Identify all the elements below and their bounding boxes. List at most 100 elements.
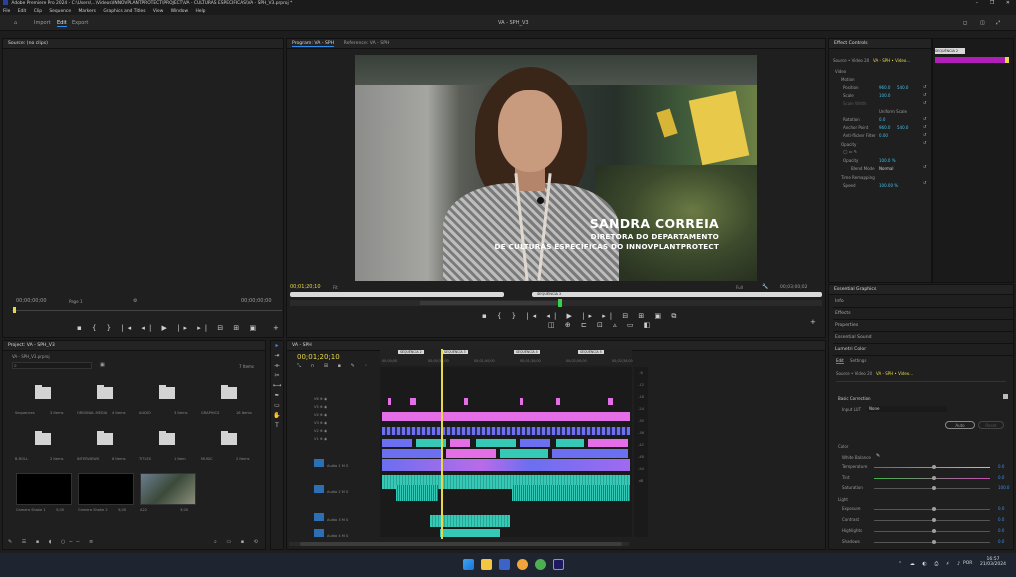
reference-tab[interactable]: Reference: VA - SPH bbox=[344, 41, 390, 46]
light-section-label[interactable]: Light bbox=[838, 497, 848, 502]
info-panel-row[interactable]: Info bbox=[833, 296, 1013, 308]
bin-folder-icon[interactable] bbox=[97, 385, 113, 399]
ec-reset-icons[interactable]: ↺ ↺ ↺ ↺ ↺ ↺ ↺ ↺ ↺ bbox=[923, 83, 929, 193]
program-quality-select[interactable]: Full bbox=[736, 285, 743, 290]
chrome-icon[interactable] bbox=[535, 559, 546, 570]
slip-tool-icon[interactable]: ⟷ bbox=[271, 381, 283, 391]
ec-mask-icons[interactable]: ◯ ▭ ✎ bbox=[843, 149, 857, 154]
taskbar-clock[interactable]: 16:57 21/03/2024 bbox=[980, 557, 1006, 567]
track-target-toggle[interactable] bbox=[314, 459, 324, 467]
essential-sound-row[interactable]: Essential Sound bbox=[833, 332, 1013, 344]
timeline-clip[interactable] bbox=[382, 449, 442, 458]
lumetri-settings-tab[interactable]: Settings bbox=[850, 358, 866, 363]
lumetri-slider-value[interactable]: 0.0 bbox=[998, 464, 1004, 469]
lumetri-edit-tab[interactable]: Edit bbox=[836, 358, 844, 364]
basic-correction-label[interactable]: Basic Correction bbox=[838, 396, 871, 401]
maximize-button[interactable]: ❐ bbox=[990, 0, 994, 6]
clip-thumbnail[interactable] bbox=[78, 473, 134, 505]
timeline-clip[interactable] bbox=[382, 427, 630, 435]
lumetri-slider-value[interactable]: 0.0 bbox=[998, 528, 1004, 533]
bin-name[interactable]: INTERVIEWS bbox=[77, 457, 99, 461]
ec-blend-select[interactable]: Normal bbox=[879, 166, 893, 171]
ec-scale-value[interactable]: 100.0 bbox=[879, 93, 890, 98]
premiere-taskbar-icon[interactable] bbox=[553, 559, 564, 570]
wrench-icon[interactable]: 🔧 bbox=[762, 284, 768, 290]
track-select-tool-icon[interactable]: ⇥ bbox=[271, 351, 283, 361]
timeline-clip[interactable] bbox=[556, 439, 584, 447]
menu-file[interactable]: File bbox=[3, 9, 10, 14]
ec-opacity-value[interactable]: 100.0 % bbox=[879, 158, 896, 163]
menu-clip[interactable]: Clip bbox=[34, 9, 42, 14]
source-playhead[interactable] bbox=[13, 307, 16, 313]
bin-folder-icon[interactable] bbox=[35, 385, 51, 399]
menu-graphics[interactable]: Graphics and Titles bbox=[103, 9, 145, 14]
system-tray-icons[interactable]: ⌃ ☁ ◐ ⎙ ⚡ ♪ bbox=[898, 561, 963, 567]
menu-view[interactable]: View bbox=[153, 9, 163, 14]
timeline-clip[interactable] bbox=[476, 439, 516, 447]
effects-panel-row[interactable]: Effects bbox=[833, 308, 1013, 320]
timeline-clip[interactable] bbox=[588, 439, 628, 447]
video-track-header[interactable]: V5 ⊕ ◉ bbox=[300, 403, 378, 411]
hand-tool-icon[interactable]: ✋ bbox=[271, 411, 283, 421]
program-timecode[interactable]: 00;01;20;10 bbox=[290, 284, 321, 290]
clip-name[interactable]: Camera Shake 2 bbox=[78, 508, 108, 512]
source-page-select[interactable]: Page 1 bbox=[69, 299, 83, 304]
store-icon[interactable] bbox=[499, 559, 510, 570]
lumetri-slider-value[interactable]: 0.0 bbox=[998, 517, 1004, 522]
track-toggle-icons[interactable]: ⊕ ◉ bbox=[319, 397, 327, 401]
timeline-clip[interactable] bbox=[608, 398, 613, 405]
firefox-icon[interactable] bbox=[517, 559, 528, 570]
bin-folder-icon[interactable] bbox=[97, 431, 113, 445]
project-tab[interactable]: Project: VA - SPH_V3 bbox=[8, 343, 55, 348]
program-playhead[interactable] bbox=[558, 299, 562, 307]
video-track-header[interactable]: V6 ⊕ ◉ bbox=[300, 395, 378, 403]
ec-anchor-y[interactable]: 540.0 bbox=[897, 125, 908, 130]
project-search-input[interactable]: ⌕ bbox=[12, 362, 92, 369]
bin-name[interactable]: Sequences bbox=[15, 411, 35, 415]
source-settings-icon[interactable]: ⚙ bbox=[133, 298, 137, 304]
ec-position-x[interactable]: 960.0 bbox=[879, 85, 890, 90]
bin-folder-icon[interactable] bbox=[221, 431, 237, 445]
ec-sequence[interactable]: VA - SPH • Video... bbox=[873, 58, 910, 63]
program-zoom-range[interactable] bbox=[420, 301, 560, 305]
timeline-clip[interactable] bbox=[556, 398, 560, 405]
mute-solo-buttons[interactable]: M S bbox=[341, 534, 349, 538]
video-track-header[interactable]: V3 ⊕ ◉ bbox=[300, 419, 378, 427]
reset-button[interactable]: Reset bbox=[978, 421, 1004, 429]
bin-name[interactable]: AUDIO bbox=[139, 411, 151, 415]
eyedropper-icon[interactable]: ✎ bbox=[876, 453, 880, 459]
ripple-edit-tool-icon[interactable]: ⟛ bbox=[271, 361, 283, 371]
project-bottom-toolbar-right[interactable]: ⌕ ▭ ▪ ⟲ bbox=[214, 539, 262, 545]
timeline-playhead[interactable] bbox=[441, 349, 443, 539]
menu-help[interactable]: Help bbox=[195, 9, 205, 14]
windows-start-icon[interactable] bbox=[463, 559, 474, 570]
ec-rotation-value[interactable]: 0.0 bbox=[879, 117, 885, 122]
timeline-marker[interactable]: SEQUÊNCIA 2 bbox=[398, 350, 424, 354]
source-monitor-tab[interactable]: Source: (no clips) bbox=[8, 41, 48, 46]
track-target-toggle[interactable] bbox=[314, 529, 324, 537]
lumetri-slider-value[interactable]: 0.0 bbox=[998, 475, 1004, 480]
bin-folder-icon[interactable] bbox=[35, 431, 51, 445]
bin-name[interactable]: TITLES bbox=[139, 457, 151, 461]
mute-solo-buttons[interactable]: M S bbox=[341, 464, 349, 468]
type-tool-icon[interactable]: T bbox=[271, 421, 283, 431]
timeline-marker[interactable]: SEQUÊNCIA 5 bbox=[578, 350, 604, 354]
audio-track-header[interactable]: Audio 2 M S bbox=[300, 485, 378, 499]
auto-button[interactable]: Auto bbox=[945, 421, 975, 429]
video-track-header[interactable]: V2 ⊕ ◉ bbox=[300, 427, 378, 435]
timeline-clip[interactable] bbox=[388, 398, 391, 405]
timeline-clip[interactable] bbox=[382, 459, 630, 471]
selection-tool-icon[interactable]: ▸ bbox=[271, 341, 283, 351]
workspace-export-tab[interactable]: Export bbox=[72, 20, 88, 26]
timeline-clip[interactable] bbox=[464, 398, 468, 405]
timeline-clip[interactable] bbox=[500, 449, 548, 458]
razor-tool-icon[interactable]: ✂ bbox=[271, 371, 283, 381]
tray-language[interactable]: POR bbox=[963, 561, 972, 566]
input-lut-select[interactable]: None bbox=[867, 406, 947, 412]
bin-name[interactable]: GRAPHICS bbox=[201, 411, 219, 415]
rectangle-tool-icon[interactable]: ▭ bbox=[271, 401, 283, 411]
ec-speed-value[interactable]: 100.00 % bbox=[879, 183, 898, 188]
bin-name[interactable]: B-ROLL bbox=[15, 457, 28, 461]
timeline-toolbar[interactable]: ⤡ ∩ ⊞ ▪ ✎ ◦ bbox=[297, 363, 371, 369]
timeline-tab[interactable]: VA - SPH bbox=[292, 343, 312, 348]
